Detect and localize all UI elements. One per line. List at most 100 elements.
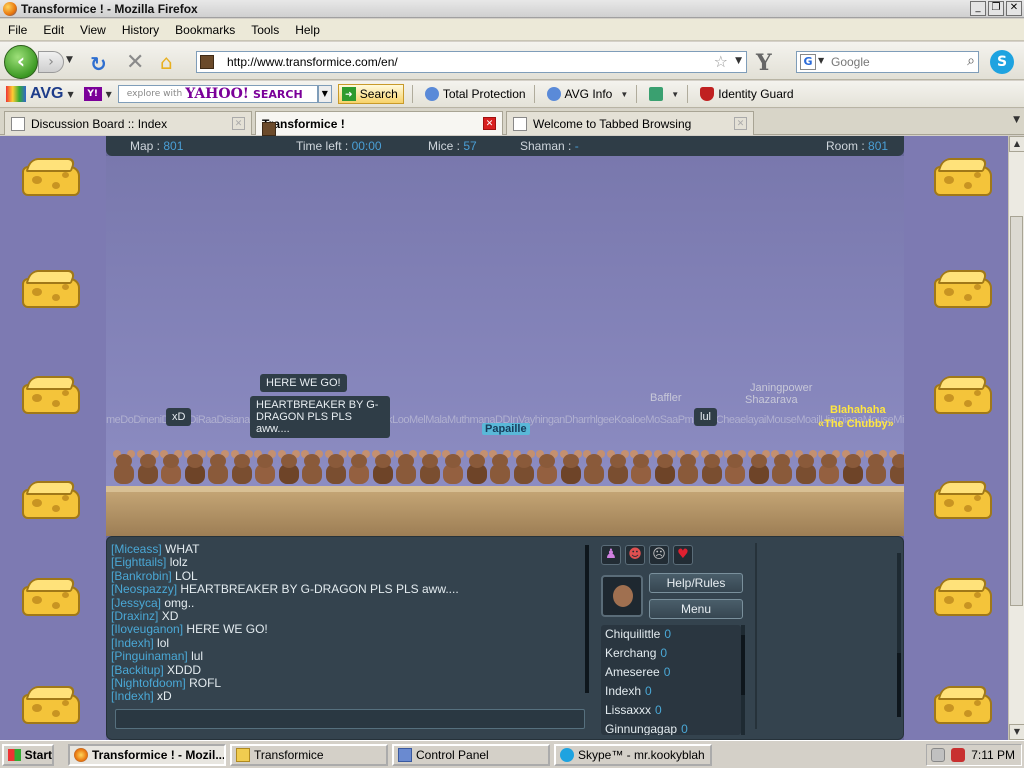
taskbar-item-control-panel[interactable]: Control Panel [392, 744, 550, 766]
minimize-button[interactable]: _ [970, 1, 986, 16]
update-button[interactable]: ▼ [649, 87, 679, 101]
scroll-up-icon[interactable]: ▲ [1009, 136, 1024, 152]
menu-edit[interactable]: Edit [35, 23, 72, 37]
start-button[interactable]: Start [2, 744, 54, 766]
player-list-item[interactable]: Kerchang 0 [601, 644, 741, 663]
tab-welcome[interactable]: Welcome to Tabbed Browsing ✕ [506, 111, 754, 135]
emote-cry-icon[interactable]: ☹ [649, 545, 669, 565]
chat-author[interactable]: [Neospazzy] [111, 582, 177, 596]
chat-author[interactable]: [Indexh] [111, 636, 154, 650]
history-dropdown-icon[interactable]: ▼ [66, 55, 73, 65]
url-bar[interactable]: http://www.transformice.com/en/ ☆ ▼ [196, 51, 747, 73]
maximize-button[interactable]: ❐ [988, 1, 1004, 16]
player-avatar[interactable] [601, 575, 643, 617]
page-scroll-thumb[interactable] [1010, 216, 1023, 606]
avg-info-button[interactable]: AVG Info ▼ [546, 87, 628, 101]
yahoo-dropdown-icon[interactable]: ▼ [106, 90, 112, 99]
identity-guard-button[interactable]: Identity Guard [700, 87, 794, 101]
player-score: 0 [645, 684, 652, 698]
menu-tools[interactable]: Tools [243, 23, 287, 37]
right-panel-scrollbar[interactable] [897, 553, 901, 717]
chat-scrollbar[interactable] [585, 545, 589, 693]
emote-laugh-icon[interactable]: ☻ [625, 545, 645, 565]
avg-logo[interactable]: AVG [6, 85, 63, 103]
close-tab-icon[interactable]: ✕ [232, 117, 245, 130]
chat-author[interactable]: [Pinguinaman] [111, 649, 188, 663]
taskbar-item-skype[interactable]: Skype™ - mr.kookyblah [554, 744, 712, 766]
tab-transformice[interactable]: Transformice ! ✕ [255, 111, 503, 136]
search-button[interactable]: ➜ Search [337, 84, 404, 104]
shaman-stat: Shaman : - [520, 139, 579, 153]
yahoo-icon[interactable]: Y! [83, 87, 102, 101]
chat-author[interactable]: [Miceass] [111, 543, 162, 556]
tab-discussion-board[interactable]: Discussion Board :: Index ✕ [4, 111, 252, 135]
url-text[interactable]: http://www.transformice.com/en/ [227, 55, 398, 69]
search-box[interactable]: G ▼ Google ⌕ [796, 51, 979, 73]
chat-author[interactable]: [Eighttails] [111, 555, 166, 569]
chat-author[interactable]: [Iloveuganon] [111, 622, 183, 636]
skype-icon[interactable]: S [990, 50, 1014, 74]
yahoo-search-dropdown-icon[interactable]: ▼ [317, 85, 332, 103]
player-list-scroll-thumb[interactable] [741, 635, 745, 695]
taskbar-item-firefox[interactable]: Transformice ! - Mozil... [68, 744, 226, 766]
reload-icon[interactable]: ↻ [90, 52, 107, 76]
bookmark-star-icon[interactable]: ☆ [714, 52, 728, 71]
chat-author[interactable]: [Indexh] [111, 689, 154, 703]
url-dropdown-icon[interactable]: ▼ [735, 56, 742, 66]
close-tab-icon[interactable]: ✕ [734, 117, 747, 130]
player-list-scrollbar[interactable] [741, 625, 745, 735]
chat-author[interactable]: [Jessyca] [111, 596, 161, 610]
chat-bubble: lul [694, 408, 718, 426]
emote-heart-icon[interactable]: ♥ [673, 545, 693, 565]
total-protection-button[interactable]: Total Protection [424, 87, 526, 101]
menu-help[interactable]: Help [287, 23, 328, 37]
menu-button[interactable]: Menu [649, 599, 743, 619]
stop-icon[interactable]: ✕ [126, 50, 144, 75]
chat-author[interactable]: [Bankrobin] [111, 569, 172, 583]
player-list-item[interactable]: Chiquilittle 0 [601, 625, 741, 644]
security-shield-icon[interactable] [951, 748, 966, 762]
taskbar-item-label: Transformice ! - Mozil... [92, 748, 226, 762]
page-scrollbar[interactable]: ▲ ▼ [1008, 136, 1024, 740]
menu-file[interactable]: File [0, 23, 35, 37]
google-engine-icon[interactable]: G [800, 54, 816, 70]
help-rules-button[interactable]: Help/Rules [649, 573, 743, 593]
chat-author[interactable]: [Nightofdoom] [111, 676, 186, 690]
yahoo-search-input[interactable]: explore with YAHOO! SEARCH [117, 85, 318, 103]
menu-view[interactable]: View [72, 23, 114, 37]
toolbar-divider [411, 85, 413, 103]
emote-dance-icon[interactable]: ♟ [601, 545, 621, 565]
network-icon[interactable] [931, 748, 946, 762]
chat-input[interactable] [115, 709, 585, 729]
taskbar-item-folder[interactable]: Transformice [230, 744, 388, 766]
chat-author[interactable]: [Draxinz] [111, 609, 158, 623]
right-panel-scroll-thumb[interactable] [897, 653, 901, 717]
forward-button[interactable]: › [38, 51, 64, 73]
player-list-item[interactable]: Lissaxxx 0 [601, 701, 741, 720]
windows-logo-icon [8, 749, 21, 761]
engine-dropdown-icon[interactable]: ▼ [818, 56, 824, 65]
home-icon[interactable]: ⌂ [160, 50, 173, 74]
map-value: 801 [163, 139, 184, 153]
player-list-item[interactable]: Ginnungagap 0 [601, 720, 741, 735]
player-list-item[interactable]: Indexh 0 [601, 682, 741, 701]
menu-history[interactable]: History [114, 23, 167, 37]
player-name: Indexh [605, 684, 642, 698]
close-window-button[interactable]: ✕ [1006, 1, 1022, 16]
chat-scroll-thumb[interactable] [585, 545, 589, 693]
search-input[interactable]: Google [831, 55, 870, 69]
game-sky [106, 156, 904, 486]
player-list-item[interactable]: Ameseree 0 [601, 663, 741, 682]
close-tab-icon[interactable]: ✕ [483, 117, 496, 130]
navigation-toolbar: ‹ › ▼ ↻ ✕ ⌂ http://www.transformice.com/… [0, 42, 1024, 80]
list-all-tabs-icon[interactable]: ▼ [1013, 115, 1020, 125]
menu-bookmarks[interactable]: Bookmarks [167, 23, 243, 37]
avg-dropdown-icon[interactable]: ▼ [67, 90, 73, 99]
search-icon[interactable]: ⌕ [967, 53, 975, 69]
back-button[interactable]: ‹ [4, 45, 38, 79]
player-score: 0 [663, 665, 671, 679]
chat-author[interactable]: [Backitup] [111, 663, 164, 677]
yahoo-y-icon[interactable]: Y [756, 50, 772, 76]
clock[interactable]: 7:11 PM [971, 748, 1015, 762]
scroll-down-icon[interactable]: ▼ [1009, 724, 1024, 740]
